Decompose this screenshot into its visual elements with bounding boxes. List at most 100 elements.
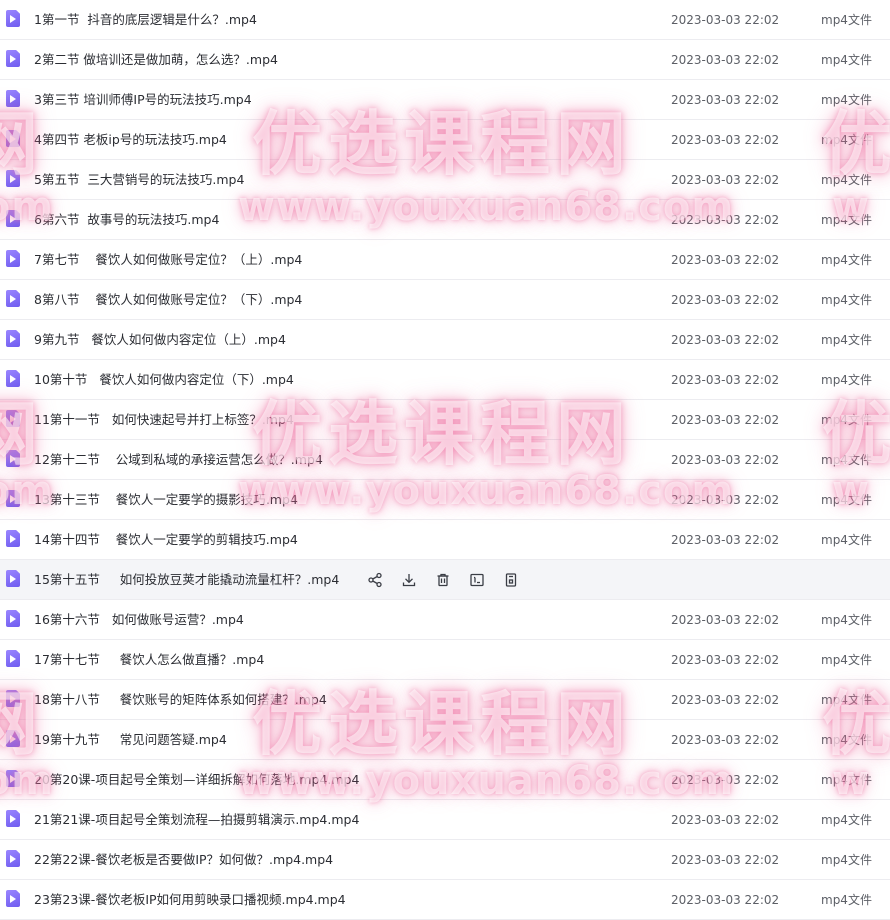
- video-file-icon: [6, 250, 20, 267]
- file-name[interactable]: 21第21课-项目起号全策划流程—拍摄剪辑演示.mp4.mp4: [34, 800, 359, 840]
- file-name[interactable]: 7第七节 餐饮人如何做账号定位？（上）.mp4: [34, 240, 302, 280]
- file-type: mp4文件: [821, 93, 872, 107]
- file-type: mp4文件: [821, 853, 872, 867]
- file-type: mp4文件: [821, 453, 872, 467]
- file-row[interactable]: 17第十七节 餐饮人怎么做直播？.mp4 2023-03-03 22:02 mp…: [0, 640, 890, 680]
- file-type: mp4文件: [821, 773, 872, 787]
- delete-icon[interactable]: [434, 571, 452, 589]
- file-modified-date: 2023-03-03 22:02: [671, 293, 780, 307]
- file-type: mp4文件: [821, 813, 872, 827]
- file-row[interactable]: 6第六节 故事号的玩法技巧.mp4 2023-03-03 22:02 mp4文件: [0, 200, 890, 240]
- download-icon[interactable]: [400, 571, 418, 589]
- file-type: mp4文件: [821, 293, 872, 307]
- file-name[interactable]: 23第23课-餐饮老板IP如何用剪映录口播视频.mp4.mp4: [34, 880, 346, 920]
- file-row[interactable]: 20第20课-项目起号全策划—详细拆解如何落地.mp4.mp4 2023-03-…: [0, 760, 890, 800]
- file-name[interactable]: 6第六节 故事号的玩法技巧.mp4: [34, 200, 219, 240]
- file-modified-date: 2023-03-03 22:02: [671, 213, 780, 227]
- file-row[interactable]: 8第八节 餐饮人如何做账号定位？（下）.mp4 2023-03-03 22:02…: [0, 280, 890, 320]
- file-type: mp4文件: [821, 733, 872, 747]
- file-row[interactable]: 23第23课-餐饮老板IP如何用剪映录口播视频.mp4.mp4 2023-03-…: [0, 880, 890, 920]
- file-type: mp4文件: [821, 213, 872, 227]
- file-type: mp4文件: [821, 493, 872, 507]
- file-type: mp4文件: [821, 893, 872, 907]
- file-type: mp4文件: [821, 533, 872, 547]
- file-row[interactable]: 9第九节 餐饮人如何做内容定位（上）.mp4 2023-03-03 22:02 …: [0, 320, 890, 360]
- file-name[interactable]: 4第四节 老板ip号的玩法技巧.mp4: [34, 120, 227, 160]
- file-modified-date: 2023-03-03 22:02: [671, 853, 780, 867]
- file-modified-date: 2023-03-03 22:02: [671, 253, 780, 267]
- file-modified-date: 2023-03-03 22:02: [671, 773, 780, 787]
- file-row[interactable]: 2第二节 做培训还是做加萌，怎么选？.mp4 2023-03-03 22:02 …: [0, 40, 890, 80]
- file-name[interactable]: 17第十七节 餐饮人怎么做直播？.mp4: [34, 640, 264, 680]
- file-row[interactable]: 5第五节 三大营销号的玩法技巧.mp4 2023-03-03 22:02 mp4…: [0, 160, 890, 200]
- file-modified-date: 2023-03-03 22:02: [671, 413, 780, 427]
- file-name[interactable]: 18第十八节 餐饮账号的矩阵体系如何搭建？.mp4: [34, 680, 327, 720]
- file-modified-date: 2023-03-03 22:02: [671, 133, 780, 147]
- file-modified-date: 2023-03-03 22:02: [671, 13, 780, 27]
- file-name[interactable]: 5第五节 三大营销号的玩法技巧.mp4: [34, 160, 244, 200]
- file-row[interactable]: 12第十二节 公域到私域的承接运营怎么做？.mp4 2023-03-03 22:…: [0, 440, 890, 480]
- file-name[interactable]: 16第十六节 如何做账号运营？.mp4: [34, 600, 244, 640]
- file-type: mp4文件: [821, 53, 872, 67]
- video-file-icon: [6, 690, 20, 707]
- file-name[interactable]: 22第22课-餐饮老板是否要做IP？如何做？.mp4.mp4: [34, 840, 333, 880]
- file-modified-date: 2023-03-03 22:02: [671, 373, 780, 387]
- file-row[interactable]: 16第十六节 如何做账号运营？.mp4 2023-03-03 22:02 mp4…: [0, 600, 890, 640]
- copy-icon[interactable]: [502, 571, 520, 589]
- file-type: mp4文件: [821, 693, 872, 707]
- file-name[interactable]: 8第八节 餐饮人如何做账号定位？（下）.mp4: [34, 280, 302, 320]
- file-name[interactable]: 19第十九节 常见问题答疑.mp4: [34, 720, 227, 760]
- file-row[interactable]: 11第十一节 如何快速起号并打上标签？.mp4 2023-03-03 22:02…: [0, 400, 890, 440]
- file-row[interactable]: 10第十节 餐饮人如何做内容定位（下）.mp4 2023-03-03 22:02…: [0, 360, 890, 400]
- video-file-icon: [6, 530, 20, 547]
- file-row[interactable]: 15第十五节 如何投放豆荚才能撬动流量杠杆？.mp4: [0, 560, 890, 600]
- file-modified-date: 2023-03-03 22:02: [671, 53, 780, 67]
- file-row[interactable]: 7第七节 餐饮人如何做账号定位？（上）.mp4 2023-03-03 22:02…: [0, 240, 890, 280]
- file-name[interactable]: 3第三节 培训师傅IP号的玩法技巧.mp4: [34, 80, 252, 120]
- file-type: mp4文件: [821, 653, 872, 667]
- video-file-icon: [6, 650, 20, 667]
- file-type: mp4文件: [821, 373, 872, 387]
- file-name[interactable]: 10第十节 餐饮人如何做内容定位（下）.mp4: [34, 360, 294, 400]
- file-name[interactable]: 9第九节 餐饮人如何做内容定位（上）.mp4: [34, 320, 286, 360]
- video-file-icon: [6, 810, 20, 827]
- file-row[interactable]: 19第十九节 常见问题答疑.mp4 2023-03-03 22:02 mp4文件: [0, 720, 890, 760]
- file-modified-date: 2023-03-03 22:02: [671, 813, 780, 827]
- file-modified-date: 2023-03-03 22:02: [671, 93, 780, 107]
- video-file-icon: [6, 570, 20, 587]
- file-type: mp4文件: [821, 253, 872, 267]
- row-action-toolbar: [366, 571, 536, 589]
- file-row[interactable]: 13第十三节 餐饮人一定要学的摄影技巧.mp4 2023-03-03 22:02…: [0, 480, 890, 520]
- file-modified-date: 2023-03-03 22:02: [671, 453, 780, 467]
- file-row[interactable]: 4第四节 老板ip号的玩法技巧.mp4 2023-03-03 22:02 mp4…: [0, 120, 890, 160]
- file-name[interactable]: 12第十二节 公域到私域的承接运营怎么做？.mp4: [34, 440, 323, 480]
- share-icon[interactable]: [366, 571, 384, 589]
- file-name[interactable]: 1第一节 抖音的底层逻辑是什么？.mp4: [34, 0, 257, 40]
- file-row[interactable]: 1第一节 抖音的底层逻辑是什么？.mp4 2023-03-03 22:02 mp…: [0, 0, 890, 40]
- file-modified-date: 2023-03-03 22:02: [671, 693, 780, 707]
- video-file-icon: [6, 10, 20, 27]
- video-file-icon: [6, 90, 20, 107]
- file-name[interactable]: 2第二节 做培训还是做加萌，怎么选？.mp4: [34, 40, 278, 80]
- video-file-icon: [6, 770, 20, 787]
- file-row[interactable]: 3第三节 培训师傅IP号的玩法技巧.mp4 2023-03-03 22:02 m…: [0, 80, 890, 120]
- file-row[interactable]: 18第十八节 餐饮账号的矩阵体系如何搭建？.mp4 2023-03-03 22:…: [0, 680, 890, 720]
- file-row[interactable]: 21第21课-项目起号全策划流程—拍摄剪辑演示.mp4.mp4 2023-03-…: [0, 800, 890, 840]
- file-modified-date: 2023-03-03 22:02: [671, 533, 780, 547]
- file-row[interactable]: 14第十四节 餐饮人一定要学的剪辑技巧.mp4 2023-03-03 22:02…: [0, 520, 890, 560]
- file-row[interactable]: 22第22课-餐饮老板是否要做IP？如何做？.mp4.mp4 2023-03-0…: [0, 840, 890, 880]
- file-name[interactable]: 11第十一节 如何快速起号并打上标签？.mp4: [34, 400, 294, 440]
- rename-icon[interactable]: [468, 571, 486, 589]
- video-file-icon: [6, 330, 20, 347]
- file-type: mp4文件: [821, 173, 872, 187]
- video-file-icon: [6, 450, 20, 467]
- file-name[interactable]: 20第20课-项目起号全策划—详细拆解如何落地.mp4.mp4: [34, 760, 359, 800]
- file-modified-date: 2023-03-03 22:02: [671, 653, 780, 667]
- file-type: mp4文件: [821, 413, 872, 427]
- file-type: mp4文件: [821, 613, 872, 627]
- file-name[interactable]: 14第十四节 餐饮人一定要学的剪辑技巧.mp4: [34, 520, 298, 560]
- file-modified-date: 2023-03-03 22:02: [671, 613, 780, 627]
- file-type: mp4文件: [821, 133, 872, 147]
- file-name[interactable]: 13第十三节 餐饮人一定要学的摄影技巧.mp4: [34, 480, 298, 520]
- file-name[interactable]: 15第十五节 如何投放豆荚才能撬动流量杠杆？.mp4: [34, 560, 339, 600]
